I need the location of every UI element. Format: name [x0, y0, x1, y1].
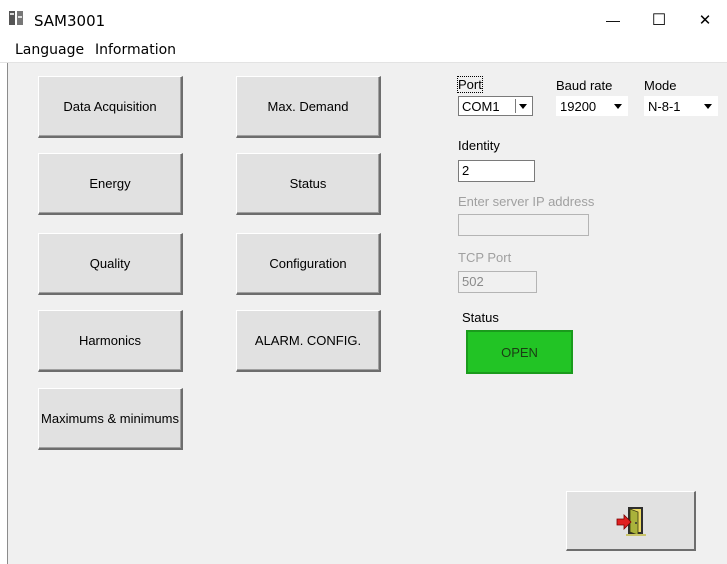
title-bar: SAM3001 — ☐ ✕ [0, 0, 727, 40]
data-acquisition-button[interactable]: Data Acquisition [38, 76, 183, 138]
harmonics-button[interactable]: Harmonics [38, 310, 183, 372]
minimize-button[interactable]: — [590, 4, 636, 36]
configuration-button[interactable]: Configuration [236, 233, 381, 295]
server-ip-label: Enter server IP address [458, 194, 595, 209]
alarm-config-button[interactable]: ALARM. CONFIG. [236, 310, 381, 372]
exit-door-icon [616, 506, 646, 536]
close-icon: ✕ [698, 12, 712, 29]
identity-label: Identity [458, 138, 500, 153]
max-demand-button[interactable]: Max. Demand [236, 76, 381, 138]
window-title: SAM3001 [34, 12, 106, 30]
port-label: Port [457, 76, 483, 93]
maximums-minimums-button[interactable]: Maximums & minimums [38, 388, 183, 450]
menu-bar: Language Information [0, 40, 727, 63]
tcp-port-label: TCP Port [458, 250, 512, 265]
maximize-icon: ☐ [651, 12, 667, 29]
minimize-icon: — [606, 12, 620, 28]
menu-language[interactable]: Language [15, 42, 84, 58]
server-ip-field[interactable] [458, 214, 589, 236]
menu-information[interactable]: Information [95, 42, 176, 58]
identity-field[interactable]: 2 [458, 160, 535, 182]
baud-rate-value: 19200 [560, 99, 597, 114]
mode-select[interactable]: N-8-1 [644, 96, 718, 116]
quality-button[interactable]: Quality [38, 233, 183, 295]
exit-button[interactable] [566, 491, 696, 551]
baud-rate-select[interactable]: 19200 [556, 96, 628, 116]
app-icon [9, 11, 23, 25]
energy-button[interactable]: Energy [38, 153, 183, 215]
main-panel: Data Acquisition Energy Quality Harmonic… [7, 63, 727, 564]
chevron-down-icon [515, 99, 527, 113]
chevron-down-icon [614, 104, 622, 109]
mode-label: Mode [644, 78, 677, 93]
chevron-down-icon [704, 104, 712, 109]
port-select[interactable]: COM1 [458, 96, 533, 116]
status-button[interactable]: Status [236, 153, 381, 215]
connection-status-indicator[interactable]: OPEN [466, 330, 573, 374]
maximize-button[interactable]: ☐ [636, 4, 682, 36]
port-value: COM1 [462, 99, 500, 114]
baud-rate-label: Baud rate [556, 78, 613, 93]
status-label: Status [462, 310, 499, 325]
close-button[interactable]: ✕ [682, 4, 727, 36]
mode-value: N-8-1 [648, 99, 681, 114]
tcp-port-field[interactable]: 502 [458, 271, 537, 293]
